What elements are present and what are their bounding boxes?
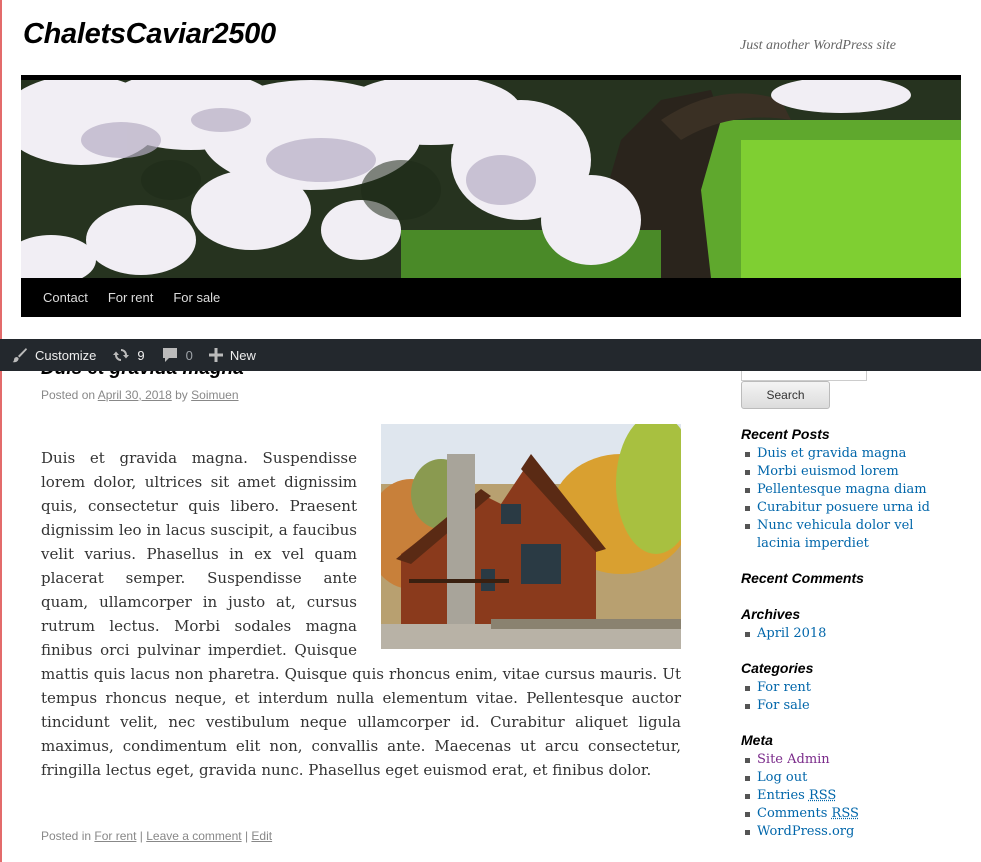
post-date-link[interactable]: April 30, 2018 xyxy=(98,388,172,402)
refresh-icon xyxy=(112,347,130,363)
post-category-link[interactable]: For rent xyxy=(94,829,136,843)
nav-item-for-rent[interactable]: For rent xyxy=(98,290,164,305)
plus-icon xyxy=(208,348,223,362)
recent-post-item[interactable]: Nunc vehicula dolor vel lacinia imperdie… xyxy=(744,517,914,553)
page-left-border xyxy=(0,0,2,862)
recent-comments-title: Recent Comments xyxy=(741,570,864,586)
post-footer: Posted in For rent | Leave a comment | E… xyxy=(41,829,272,843)
rss-abbr: RSS xyxy=(831,806,859,821)
recent-post-item[interactable]: Curabitur posuere urna id xyxy=(744,499,964,517)
meta-site-admin[interactable]: Site Admin xyxy=(744,751,964,769)
categories-title: Categories xyxy=(741,660,814,676)
edit-post-link[interactable]: Edit xyxy=(251,829,272,843)
main-navigation: Contact For rent For sale xyxy=(21,278,961,317)
archive-item[interactable]: April 2018 xyxy=(744,625,964,643)
search-button[interactable]: Search xyxy=(741,381,830,409)
meta-list: Site Admin Log out Entries RSS Comments … xyxy=(744,751,964,841)
new-label: New xyxy=(229,347,256,363)
posted-on-label: Posted on xyxy=(41,388,96,402)
recent-post-item[interactable]: Duis et gravida magna xyxy=(744,445,964,463)
site-title[interactable]: ChaletsCaviar2500 xyxy=(23,18,276,51)
post-author-link[interactable]: Soimuen xyxy=(191,388,238,402)
cherry-blossom-illustration xyxy=(21,80,961,278)
customize-label: Customize xyxy=(35,347,97,363)
post-content: Duis et gravida magna. Suspendisse lorem… xyxy=(41,446,681,782)
meta-title: Meta xyxy=(741,732,773,748)
admin-bar: Customize 9 0 New xyxy=(0,339,981,371)
category-item-for-sale[interactable]: For sale xyxy=(744,697,964,715)
customize-button[interactable]: Customize xyxy=(12,347,96,363)
rss-abbr: RSS xyxy=(808,788,837,803)
nav-item-contact[interactable]: Contact xyxy=(33,290,98,305)
archives-list: April 2018 xyxy=(744,625,964,643)
categories-list: For rent For sale xyxy=(744,679,964,715)
recent-posts-title: Recent Posts xyxy=(741,426,830,442)
updates-button[interactable]: 9 xyxy=(112,347,145,363)
site-description: Just another WordPress site xyxy=(740,38,896,53)
recent-post-item[interactable]: Pellentesque magna diam xyxy=(744,481,964,499)
search-input[interactable] xyxy=(741,371,867,381)
post-meta: Posted on April 30, 2018 by Soimuen xyxy=(41,388,239,402)
footer-separator: | xyxy=(139,829,143,843)
leave-comment-link[interactable]: Leave a comment xyxy=(146,829,241,843)
comments-button[interactable]: 0 xyxy=(161,347,193,363)
category-item-for-rent[interactable]: For rent xyxy=(744,679,964,697)
recent-post-item[interactable]: Morbi euismod lorem xyxy=(744,463,964,481)
footer-separator: | xyxy=(244,829,249,843)
archives-title: Archives xyxy=(741,606,801,622)
comments-count: 0 xyxy=(185,347,193,363)
nav-item-for-sale[interactable]: For sale xyxy=(163,290,230,305)
comment-bubble-icon xyxy=(161,347,179,363)
header-image xyxy=(21,80,961,278)
recent-posts-list: Duis et gravida magna Morbi euismod lore… xyxy=(744,445,964,553)
image-float-spacer xyxy=(357,446,681,656)
by-label: by xyxy=(175,388,188,402)
meta-entries-rss[interactable]: Entries RSS xyxy=(744,787,964,805)
updates-count: 9 xyxy=(137,347,145,363)
new-content-button[interactable]: New xyxy=(208,347,256,363)
meta-wordpress-org[interactable]: WordPress.org xyxy=(744,823,964,841)
paintbrush-icon xyxy=(12,347,28,363)
meta-comments-rss[interactable]: Comments RSS xyxy=(744,805,964,823)
meta-log-out[interactable]: Log out xyxy=(744,769,964,787)
posted-in-label: Posted in xyxy=(41,829,92,843)
